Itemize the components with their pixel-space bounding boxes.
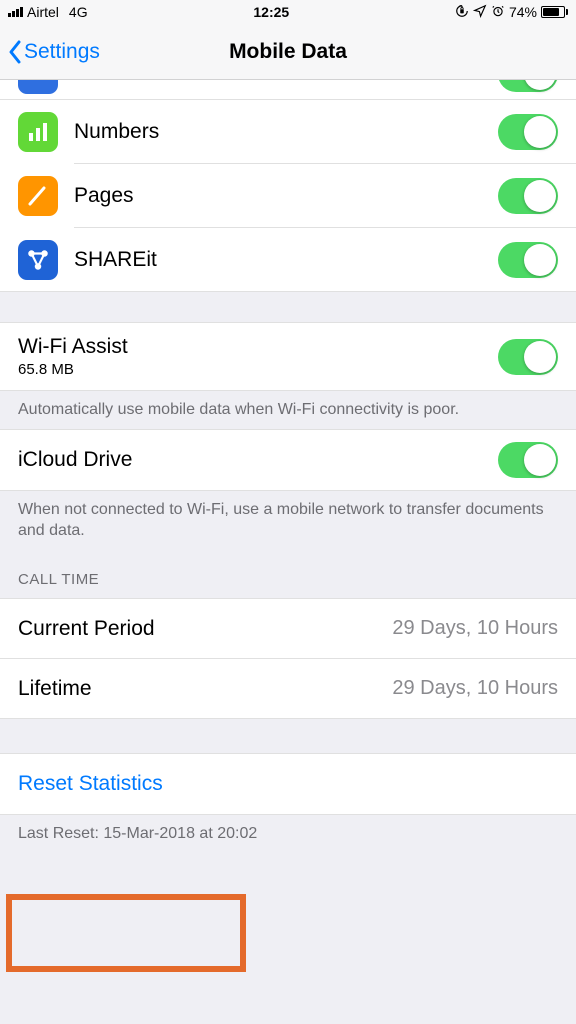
- back-label: Settings: [24, 40, 100, 64]
- call-time-header: CALL TIME: [0, 550, 576, 598]
- numbers-icon: [18, 112, 58, 152]
- app-list: Numbers Pages SHAREit: [0, 100, 576, 292]
- wifi-assist-usage: 65.8 MB: [18, 361, 498, 378]
- signal-bars-icon: [8, 7, 23, 17]
- lifetime-row: Lifetime 29 Days, 10 Hours: [0, 659, 576, 719]
- toggle-switch[interactable]: [498, 80, 558, 92]
- app-row-pages: Pages: [0, 164, 576, 228]
- wifi-assist-title: Wi-Fi Assist: [18, 335, 498, 359]
- last-reset-footer: Last Reset: 15-Mar-2018 at 20:02: [0, 815, 576, 853]
- reset-statistics-button[interactable]: Reset Statistics: [0, 753, 576, 815]
- battery-pct: 74%: [509, 4, 537, 20]
- orientation-lock-icon: [455, 4, 469, 21]
- battery-icon: [541, 6, 568, 18]
- reset-label: Reset Statistics: [18, 772, 163, 795]
- carrier-label: Airtel: [27, 4, 59, 20]
- current-period-label: Current Period: [18, 617, 392, 641]
- current-period-value: 29 Days, 10 Hours: [392, 617, 558, 640]
- current-period-row: Current Period 29 Days, 10 Hours: [0, 599, 576, 659]
- app-label: Pages: [74, 184, 498, 208]
- chevron-left-icon: [8, 40, 22, 64]
- app-label: Numbers: [74, 120, 498, 144]
- shareit-icon: [18, 240, 58, 280]
- app-row-numbers: Numbers: [0, 100, 576, 164]
- nav-bar: Settings Mobile Data: [0, 24, 576, 80]
- pages-icon: [18, 176, 58, 216]
- toggle-switch[interactable]: [498, 114, 558, 150]
- location-icon: [473, 4, 487, 21]
- toggle-switch[interactable]: [498, 242, 558, 278]
- back-button[interactable]: Settings: [8, 40, 100, 64]
- lifetime-value: 29 Days, 10 Hours: [392, 677, 558, 700]
- wifi-assist-footer: Automatically use mobile data when Wi-Fi…: [0, 391, 576, 429]
- toggle-switch[interactable]: [498, 339, 558, 375]
- wifi-assist-row: Wi-Fi Assist 65.8 MB: [0, 323, 576, 391]
- lifetime-label: Lifetime: [18, 677, 392, 701]
- network-label: 4G: [69, 4, 88, 20]
- icloud-drive-row: iCloud Drive: [0, 430, 576, 491]
- app-icon: [18, 80, 58, 94]
- alarm-icon: [491, 4, 505, 21]
- toggle-switch[interactable]: [498, 442, 558, 478]
- app-label: SHAREit: [74, 248, 498, 272]
- app-row-shareit: SHAREit: [0, 228, 576, 292]
- toggle-switch[interactable]: [498, 178, 558, 214]
- status-bar: Airtel 4G 12:25 74%: [0, 0, 576, 24]
- highlight-box: [6, 894, 246, 972]
- clock: 12:25: [253, 4, 289, 20]
- icloud-drive-title: iCloud Drive: [18, 448, 498, 472]
- icloud-drive-footer: When not connected to Wi-Fi, use a mobil…: [0, 491, 576, 550]
- app-row-partial: [0, 80, 576, 100]
